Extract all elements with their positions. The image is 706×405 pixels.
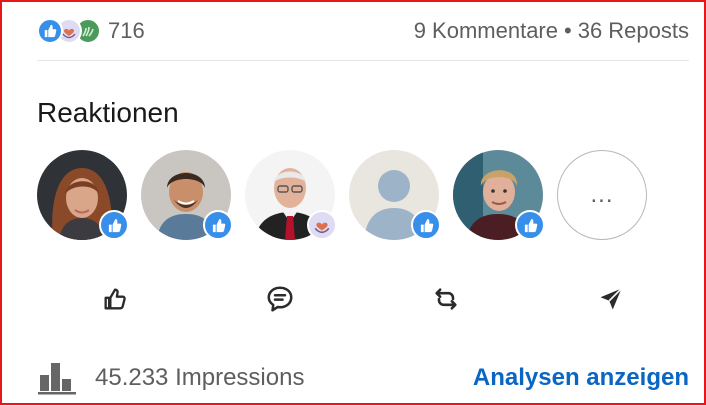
repost-icon xyxy=(435,288,457,310)
impressions-count: 45.233 Impressions xyxy=(95,364,305,391)
reactor-avatars: ... xyxy=(37,150,661,240)
separator-dot: • xyxy=(564,18,572,43)
more-reactors-button[interactable]: ... xyxy=(557,150,647,240)
love-badge-icon xyxy=(307,210,337,240)
divider xyxy=(37,60,689,61)
thumbs-up-icon xyxy=(104,288,126,310)
engagement-counts: 9 Kommentare • 36 Reposts xyxy=(414,18,689,44)
send-icon xyxy=(600,287,623,310)
reaction-icons xyxy=(37,18,101,44)
reactor-avatar[interactable] xyxy=(141,150,233,240)
reposts-count-link[interactable]: 36 Reposts xyxy=(578,18,689,44)
repost-action-button[interactable] xyxy=(368,278,524,320)
reactor-avatar[interactable] xyxy=(37,150,129,240)
bar-chart-icon xyxy=(38,363,76,395)
reaction-summary[interactable]: 716 xyxy=(37,18,145,44)
send-action-button[interactable] xyxy=(533,278,689,320)
more-reactors-label: ... xyxy=(557,150,647,240)
social-counts-row: 716 9 Kommentare • 36 Reposts xyxy=(37,14,689,48)
reaction-count: 716 xyxy=(108,18,145,43)
impressions-summary: 45.233 Impressions xyxy=(37,361,304,395)
like-icon xyxy=(37,18,63,44)
like-badge-icon xyxy=(515,210,545,240)
post-action-bar xyxy=(37,278,689,320)
impressions-row: 45.233 Impressions Analysen anzeigen xyxy=(37,358,689,398)
reactor-avatar[interactable] xyxy=(453,150,545,240)
like-badge-icon xyxy=(203,210,233,240)
comments-count-link[interactable]: 9 Kommentare xyxy=(414,18,558,44)
comment-icon xyxy=(267,286,293,312)
reactor-avatar[interactable] xyxy=(245,150,337,240)
reactor-avatar[interactable] xyxy=(349,150,441,240)
view-analytics-link[interactable]: Analysen anzeigen xyxy=(473,364,689,392)
post-social-panel: 716 9 Kommentare • 36 Reposts Reaktionen xyxy=(0,0,706,405)
reactions-heading: Reaktionen xyxy=(37,97,179,128)
comment-action-button[interactable] xyxy=(202,278,358,320)
like-action-button[interactable] xyxy=(37,278,193,320)
like-badge-icon xyxy=(99,210,129,240)
like-badge-icon xyxy=(411,210,441,240)
